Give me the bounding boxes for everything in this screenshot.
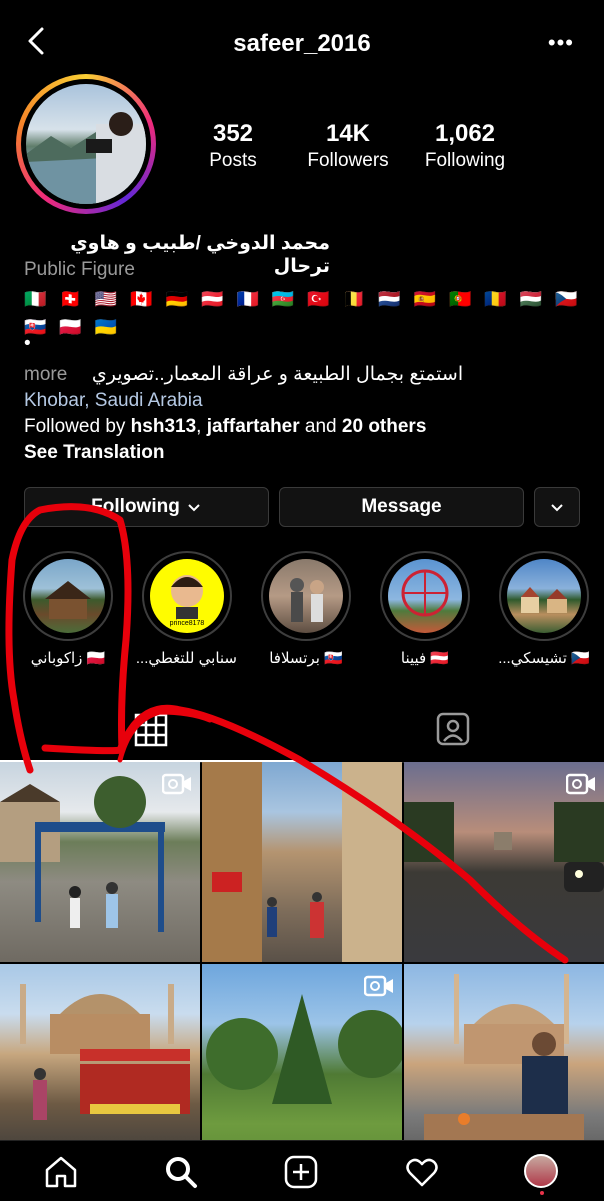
followed-user-1[interactable]: hsh313 xyxy=(131,416,196,437)
highlight-bratislava[interactable]: 🇸🇰 برتسلافا xyxy=(256,551,356,667)
highlight-label: 🇦🇹 فيينا xyxy=(400,650,450,667)
highlight-cesky[interactable]: 🇨🇿 تشيسكي... xyxy=(494,551,594,667)
post-thumbnail[interactable] xyxy=(202,964,402,1164)
profile-category: Public Figure xyxy=(24,259,135,280)
followers-count: 14K xyxy=(325,120,371,147)
tab-tagged[interactable] xyxy=(435,711,471,747)
chevron-down-icon xyxy=(551,504,563,512)
highlight-label: 🇨🇿 تشيسكي... xyxy=(498,650,590,667)
avatar[interactable] xyxy=(16,74,156,214)
tagged-icon xyxy=(436,712,470,746)
bio-description: more استمتع بجمال الطبيعة و عراقة المعما… xyxy=(24,363,463,386)
location-country: Saudi Arabia xyxy=(94,390,203,411)
nav-add[interactable] xyxy=(283,1154,319,1190)
following-button[interactable]: Following xyxy=(24,487,269,527)
search-icon xyxy=(166,1157,197,1188)
bio-bullet: • xyxy=(24,333,31,354)
message-button-label: Message xyxy=(361,496,442,517)
bio-more-link[interactable]: more xyxy=(24,364,67,385)
stat-posts[interactable]: 352 Posts xyxy=(195,120,271,172)
highlight-cover xyxy=(269,559,343,633)
tab-grid[interactable] xyxy=(134,713,168,747)
followed-and: and xyxy=(299,416,342,437)
followed-others[interactable]: 20 others xyxy=(342,416,426,437)
bottom-navigation xyxy=(0,1140,604,1201)
see-translation-link[interactable]: See Translation xyxy=(24,442,164,464)
posts-count: 352 xyxy=(212,120,254,147)
followed-comma: , xyxy=(196,416,207,437)
stat-following[interactable]: 1,062 Following xyxy=(417,120,513,172)
post-thumbnail[interactable] xyxy=(202,762,402,962)
highlight-cover xyxy=(388,559,462,633)
highlight-snapchat[interactable]: prince8178 سنابي للتغطي... xyxy=(137,551,237,667)
location-separator: , xyxy=(84,390,95,411)
followed-prefix: Followed by xyxy=(24,416,131,437)
video-icon xyxy=(566,773,595,795)
video-icon xyxy=(364,975,393,997)
post-thumbnail[interactable] xyxy=(404,964,604,1164)
post-image xyxy=(202,762,402,962)
post-image xyxy=(20,984,190,1120)
highlight-cover xyxy=(31,559,105,633)
post-thumbnail[interactable] xyxy=(404,762,604,962)
suggested-dropdown-button[interactable] xyxy=(534,487,580,527)
highlight-label: 🇸🇰 برتسلافا xyxy=(269,650,343,667)
highlight-cover xyxy=(507,559,581,633)
followed-by-line[interactable]: Followed by hsh313, jaffartaher and 20 o… xyxy=(24,416,426,438)
post-image xyxy=(424,974,584,1144)
following-button-label: Following xyxy=(91,496,180,517)
stat-followers[interactable]: 14K Followers xyxy=(300,120,396,172)
post-thumbnail[interactable] xyxy=(0,964,200,1164)
profile-username: safeer_2016 xyxy=(233,30,371,57)
location-city: Khobar xyxy=(24,390,85,411)
highlight-zakopane[interactable]: 🇵🇱 زاكوباني xyxy=(18,551,118,667)
more-options-button[interactable]: ••• xyxy=(548,30,574,56)
following-label: Following xyxy=(424,150,506,171)
posts-label: Posts xyxy=(209,150,257,171)
nav-search[interactable] xyxy=(163,1154,199,1190)
avatar-photo xyxy=(26,84,146,204)
bio-location[interactable]: Khobar, Saudi Arabia xyxy=(24,390,203,412)
post-thumbnail[interactable] xyxy=(0,762,200,962)
highlight-label: 🇵🇱 زاكوباني xyxy=(30,650,106,667)
followers-label: Followers xyxy=(307,150,389,171)
add-icon xyxy=(284,1155,318,1189)
heart-icon xyxy=(406,1158,438,1187)
profile-notification-dot xyxy=(540,1191,544,1195)
highlight-cover: prince8178 xyxy=(150,559,224,633)
followed-user-2[interactable]: jaffartaher xyxy=(207,416,300,437)
following-count: 1,062 xyxy=(434,120,496,147)
grid-icon xyxy=(134,713,168,747)
highlight-vienna[interactable]: 🇦🇹 فيينا xyxy=(375,551,475,667)
snapcode-username: prince8178 xyxy=(169,620,205,627)
ellipsis-icon: ••• xyxy=(547,30,574,55)
chevron-down-icon xyxy=(188,504,200,512)
bio-flags: 🇮🇹 🇨🇭 🇺🇸 🇨🇦 🇩🇪 🇦🇹 🇫🇷 🇦🇿 🇹🇷 🇧🇪 🇳🇱 🇪🇸 🇵🇹 🇷… xyxy=(24,289,582,337)
nav-profile[interactable] xyxy=(524,1154,560,1195)
nav-activity[interactable] xyxy=(404,1154,440,1190)
profile-avatar-icon xyxy=(524,1154,558,1188)
nav-home[interactable] xyxy=(43,1154,79,1190)
highlight-label: سنابي للتغطي... xyxy=(137,650,237,667)
video-icon xyxy=(162,773,191,795)
home-icon xyxy=(45,1156,77,1188)
message-button[interactable]: Message xyxy=(279,487,524,527)
bio-text: استمتع بجمال الطبيعة و عراقة المعمار..تص… xyxy=(91,364,464,385)
